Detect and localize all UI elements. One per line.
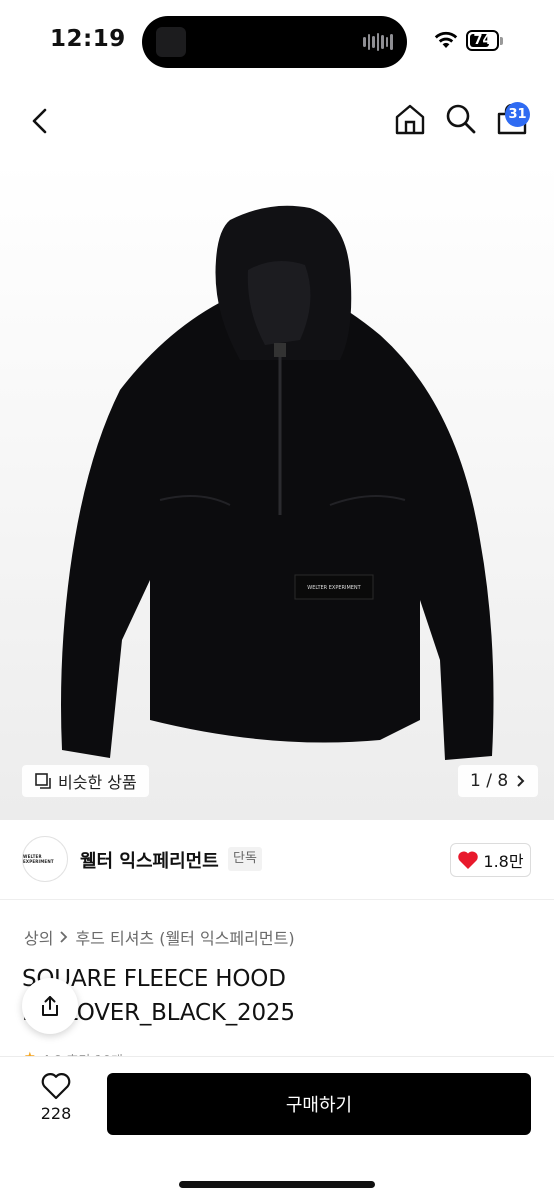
brand-row[interactable]: WELTER EXPERIMENT 웰터 익스페리먼트 단독 1.8만: [0, 820, 554, 900]
breadcrumb-category[interactable]: 상의: [24, 925, 53, 949]
exclusive-badge: 단독: [228, 847, 262, 871]
brand-logo-text: WELTER EXPERIMENT: [23, 854, 54, 864]
share-button[interactable]: [22, 978, 78, 1034]
audio-waveform-icon: [363, 32, 394, 52]
similar-products-label: 비슷한 상품: [58, 773, 137, 792]
cart-count-badge: 31: [505, 102, 530, 127]
dynamic-island: [142, 16, 407, 68]
similar-products-button[interactable]: 비슷한 상품: [22, 765, 149, 797]
back-icon[interactable]: [26, 106, 54, 136]
product-image-carousel[interactable]: WELTER EXPERIMENT: [0, 160, 554, 820]
breadcrumb-subcategory[interactable]: 후드 티셔츠 (웰터 익스페리먼트): [75, 925, 294, 949]
brand-like-button[interactable]: 1.8만: [450, 843, 531, 877]
top-navigation: [0, 84, 554, 160]
status-time: 12:19: [50, 26, 126, 52]
home-indicator: [179, 1181, 375, 1188]
battery-percent: 74: [473, 33, 492, 48]
brand-logo[interactable]: WELTER EXPERIMENT: [22, 836, 68, 882]
breadcrumb: 상의 후드 티셔츠 (웰터 익스페리먼트): [24, 925, 295, 949]
share-icon: [42, 996, 58, 1016]
chevron-right-icon: [517, 775, 525, 787]
product-title: SQUARE FLEECE HOOD PULLOVER_BLACK_2025: [22, 966, 295, 1026]
heart-outline-icon: [41, 1073, 71, 1100]
wishlist-count: 228: [40, 1104, 72, 1123]
similar-items-icon: [35, 773, 51, 789]
wishlist-button[interactable]: 228: [28, 1072, 84, 1136]
home-icon[interactable]: [393, 102, 427, 136]
heart-filled-icon: [458, 851, 479, 869]
now-playing-thumbnail: [156, 27, 186, 57]
page-indicator-text: 1 / 8: [470, 771, 509, 791]
status-bar: 12:19 74: [0, 0, 554, 84]
battery-cap: [500, 37, 503, 45]
battery-indicator: 74: [466, 30, 499, 51]
chevron-right-icon: [60, 931, 68, 943]
product-photo-hoodie: WELTER EXPERIMENT: [61, 205, 494, 760]
search-icon[interactable]: [444, 102, 478, 136]
brand-like-count: 1.8만: [483, 852, 524, 871]
wifi-icon: [434, 31, 458, 48]
garment-label-text: WELTER EXPERIMENT: [307, 585, 361, 591]
buy-button[interactable]: 구매하기: [107, 1073, 531, 1135]
brand-name[interactable]: 웰터 익스페리먼트: [80, 847, 219, 873]
image-page-indicator[interactable]: 1 / 8: [458, 765, 539, 797]
